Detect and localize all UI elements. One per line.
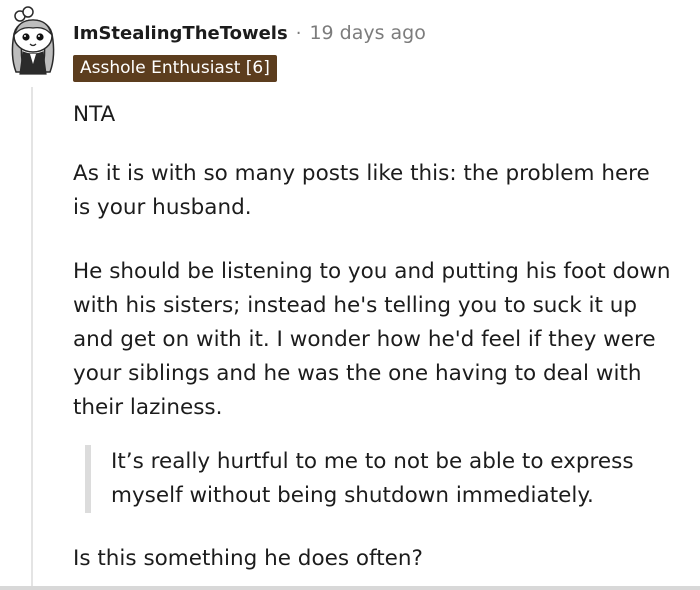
comment-header: ImStealingTheTowels · 19 days ago <box>73 20 426 46</box>
meta-separator: · <box>295 22 302 44</box>
user-avatar-icon[interactable] <box>6 6 60 76</box>
comment-paragraph: He should be listening to you and puttin… <box>73 259 671 420</box>
comment-paragraph: Is this something he does often? <box>73 546 423 571</box>
comment-paragraph: NTA <box>73 102 116 127</box>
comment-paragraph: As it is with so many posts like this: t… <box>73 161 650 220</box>
thread-collapse-line[interactable] <box>31 87 33 590</box>
comment-blockquote: It’s really hurtful to me to not be able… <box>85 445 696 513</box>
comment: ImStealingTheTowels · 19 days ago Asshol… <box>0 0 700 590</box>
comment-timestamp[interactable]: 19 days ago <box>309 22 425 44</box>
bottom-divider <box>0 586 700 590</box>
username-link[interactable]: ImStealingTheTowels <box>73 23 288 44</box>
user-flair-badge: Asshole Enthusiast [6] <box>73 55 277 82</box>
